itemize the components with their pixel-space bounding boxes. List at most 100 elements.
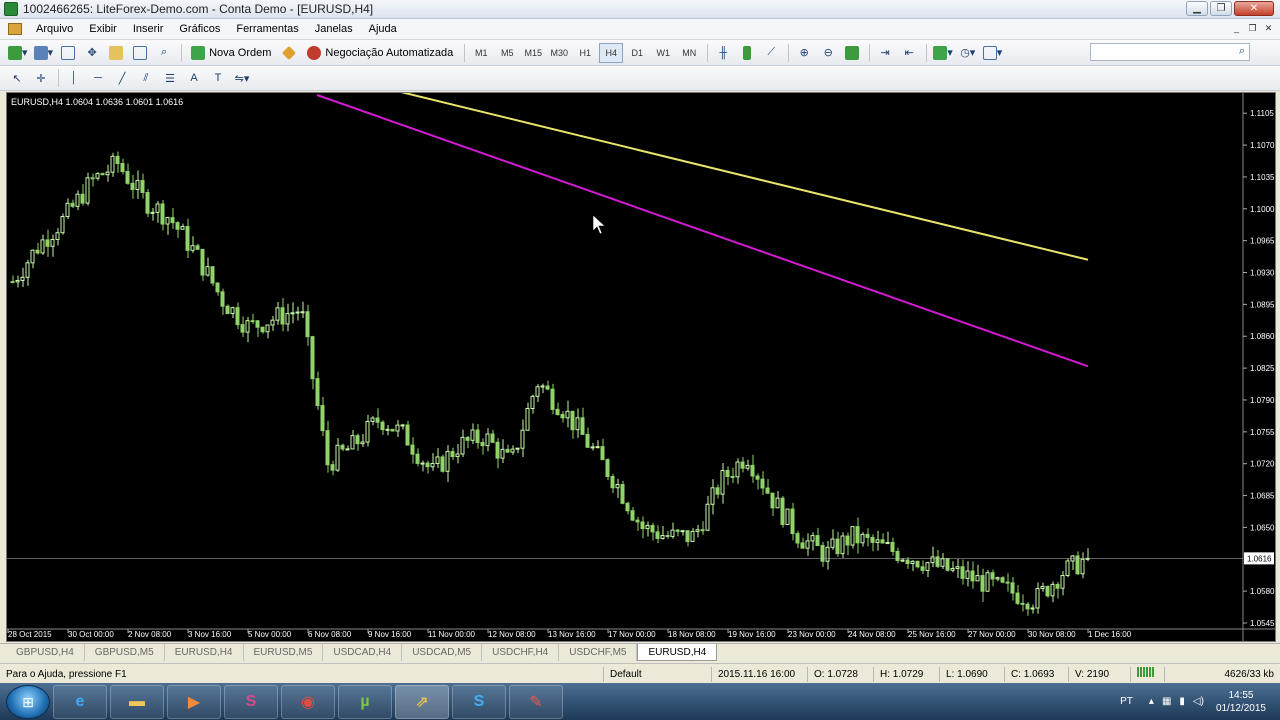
metaeditor-button[interactable] [278, 43, 300, 63]
candle-body [435, 456, 440, 464]
tab-gbpusd-h4[interactable]: GBPUSD,H4 [6, 644, 85, 661]
network-icon[interactable]: ▦ [1162, 696, 1171, 707]
tile-windows-button[interactable] [841, 43, 863, 63]
search-input[interactable]: ⌕ [1090, 43, 1250, 61]
candle-body [85, 177, 90, 204]
candle-body [35, 249, 40, 254]
close-button[interactable]: ✕ [1234, 1, 1274, 16]
tab-usdchf-m5[interactable]: USDCHF,M5 [559, 644, 638, 661]
menu-graficos[interactable]: Gráficos [171, 23, 228, 35]
period-m30[interactable]: M30 [547, 43, 571, 63]
templates-icon [982, 45, 997, 60]
period-h4[interactable]: H4 [599, 42, 624, 63]
taskbar-chrome[interactable]: ◉ [281, 684, 335, 719]
taskbar-media[interactable]: ▶ [167, 684, 221, 719]
menu-inserir[interactable]: Inserir [125, 23, 172, 35]
text-tool[interactable]: A [183, 68, 205, 88]
taskbar-utorrent[interactable]: µ [338, 684, 392, 719]
tab-usdchf-h4[interactable]: USDCHF,H4 [482, 644, 560, 661]
profiles-button[interactable]: ▾ [32, 43, 56, 63]
terminal-button[interactable] [129, 43, 151, 63]
tester-button[interactable]: ⌕ [153, 43, 175, 63]
arrows-tool[interactable]: ⇋ ▾ [231, 68, 253, 88]
market-watch-button[interactable] [57, 43, 79, 63]
tab-eurusd-h4[interactable]: EURUSD,H4 [165, 644, 244, 661]
menu-janelas[interactable]: Janelas [307, 23, 361, 35]
candle-body [590, 446, 595, 449]
maximize-button[interactable]: ❐ [1210, 1, 1232, 16]
taskbar-app-swirl[interactable]: S [224, 684, 278, 719]
bar-chart-button[interactable]: ╫ [712, 43, 734, 63]
menu-ferramentas[interactable]: Ferramentas [228, 23, 306, 35]
auto-scroll-button[interactable]: ⇥ [874, 43, 896, 63]
indicators-button[interactable]: ▾ [931, 43, 955, 63]
tab-eurusd-m5[interactable]: EURUSD,M5 [244, 644, 324, 661]
period-h1[interactable]: H1 [573, 43, 597, 63]
tab-eurusd-h4-active[interactable]: EURUSD,H4 [637, 644, 718, 661]
taskbar-skype[interactable]: S [452, 684, 506, 719]
periods-button[interactable]: ◷ ▾ [957, 43, 979, 63]
period-w1[interactable]: W1 [651, 43, 675, 63]
signal-icon[interactable]: ▮ [1179, 696, 1185, 707]
taskbar-paint[interactable]: ✎ [509, 684, 563, 719]
price-chart[interactable]: 1.1105 1.1070 1.1035 1.1000 1.0965 1.0930 1.08… [7, 93, 1275, 641]
data-window-button[interactable]: ✥ [81, 43, 103, 63]
candle-body [680, 530, 685, 533]
candle-body [285, 313, 290, 325]
navigator-button[interactable] [105, 43, 127, 63]
line-studies-toolbar: ↖ ✛ │ ─ ╱ ⫽ ☰ A T ⇋ ▾ [0, 66, 1280, 91]
candle-body [700, 529, 705, 532]
menu-arquivo[interactable]: Arquivo [28, 23, 81, 35]
windows-logo-icon: ⊞ [22, 693, 34, 710]
crosshair-tool[interactable]: ✛ [30, 68, 52, 88]
tab-gbpusd-m5[interactable]: GBPUSD,M5 [85, 644, 165, 661]
horizontal-line-tool[interactable]: ─ [87, 68, 109, 88]
candle-chart-button[interactable] [736, 43, 758, 63]
candle-body [755, 475, 760, 480]
taskbar-ie[interactable]: e [53, 684, 107, 719]
taskbar-metatrader[interactable]: ⇗ [395, 684, 449, 719]
y-tick-label: 1.0755 [1250, 428, 1275, 437]
channel-icon: ⫽ [143, 71, 149, 84]
tray-clock[interactable]: 14:55 01/12/2015 [1216, 689, 1266, 715]
templates-button[interactable]: ▾ [981, 43, 1005, 63]
candle-body [295, 311, 300, 314]
period-m15[interactable]: M15 [521, 43, 545, 63]
text-label-tool[interactable]: T [207, 68, 229, 88]
y-tick-label: 1.0580 [1250, 587, 1275, 596]
mdi-close-button[interactable]: ✕ [1261, 22, 1276, 36]
tab-usdcad-m5[interactable]: USDCAD,M5 [402, 644, 483, 661]
fibonacci-tool[interactable]: ☰ [159, 68, 181, 88]
mdi-minimize-button[interactable]: _ [1229, 22, 1244, 36]
tab-usdcad-h4[interactable]: USDCAD,H4 [323, 644, 403, 661]
start-button[interactable]: ⊞ [6, 684, 50, 719]
candle-body [1040, 585, 1045, 590]
x-tick-label: 3 Nov 16:00 [188, 630, 232, 639]
channel-tool[interactable]: ⫽ [135, 68, 157, 88]
period-m1[interactable]: M1 [469, 43, 493, 63]
tray-expand-icon[interactable]: ▴ [1149, 696, 1154, 707]
vertical-line-tool[interactable]: │ [63, 68, 85, 88]
new-chart-button[interactable]: ▾ [6, 43, 30, 63]
auto-trading-button[interactable]: Negociação Automatizada [302, 43, 458, 63]
taskbar-explorer[interactable]: ▬ [110, 684, 164, 719]
trendline-tool[interactable]: ╱ [111, 68, 133, 88]
minimize-button[interactable]: ▁ [1186, 1, 1208, 16]
candle-body [10, 281, 15, 284]
period-mn[interactable]: MN [677, 43, 701, 63]
line-chart-button[interactable]: ⟋ [760, 43, 782, 63]
chart-window[interactable]: 1.1105 1.1070 1.1035 1.1000 1.0965 1.0930 1.08… [6, 92, 1276, 642]
candle-body [955, 566, 960, 569]
zoom-out-button[interactable]: ⊖ [817, 43, 839, 63]
language-indicator[interactable]: PT [1120, 696, 1133, 707]
mdi-restore-button[interactable]: ❐ [1245, 22, 1260, 36]
menu-exibir[interactable]: Exibir [81, 23, 125, 35]
period-m5[interactable]: M5 [495, 43, 519, 63]
period-d1[interactable]: D1 [625, 43, 649, 63]
chart-shift-button[interactable]: ⇤ [898, 43, 920, 63]
volume-icon[interactable]: ◁) [1193, 696, 1204, 707]
cursor-tool[interactable]: ↖ [6, 68, 28, 88]
menu-ajuda[interactable]: Ajuda [361, 23, 405, 35]
new-order-button[interactable]: Nova Ordem [186, 43, 276, 63]
zoom-in-button[interactable]: ⊕ [793, 43, 815, 63]
